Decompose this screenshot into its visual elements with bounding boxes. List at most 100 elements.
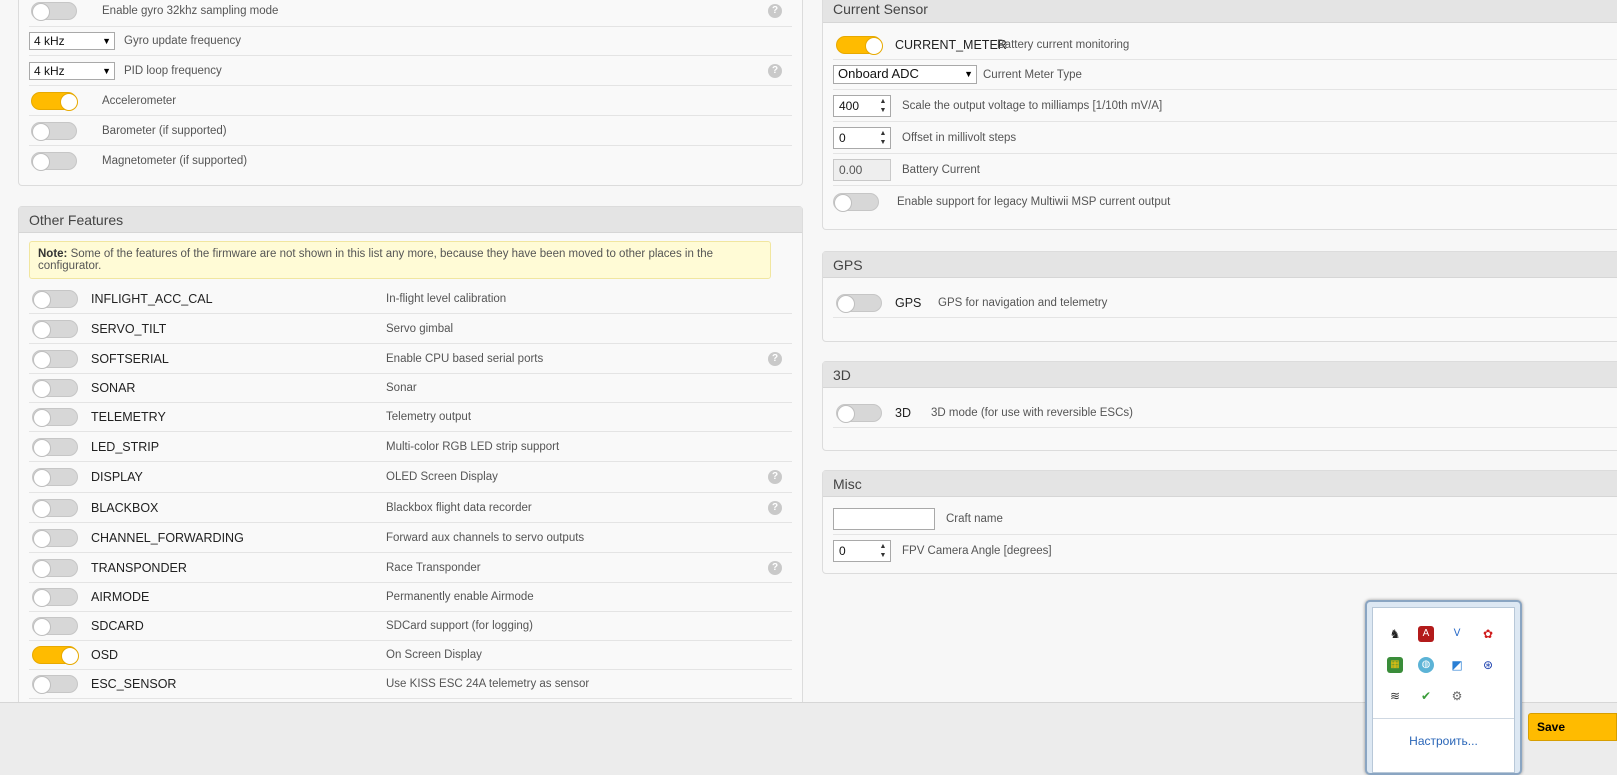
- features-note: Note: Some of the features of the firmwa…: [29, 241, 771, 279]
- feature-toggle[interactable]: [32, 437, 78, 457]
- gyro-update-label: Gyro update frequency: [124, 35, 241, 47]
- feature-row: AIRMODE Permanently enable Airmode: [29, 583, 792, 612]
- help-icon[interactable]: ?: [768, 500, 782, 515]
- current-meter-toggle[interactable]: [836, 35, 883, 55]
- current-meter-desc: Battery current monitoring: [997, 38, 1130, 51]
- gps-desc: GPS for navigation and telemetry: [938, 296, 1108, 309]
- barometer-label: Barometer (if supported): [102, 124, 227, 137]
- help-icon[interactable]: ?: [768, 4, 782, 18]
- feature-toggle[interactable]: [32, 408, 78, 427]
- feature-name: SERVO_TILT: [91, 321, 167, 336]
- network-icon[interactable]: ⊛: [1480, 657, 1496, 673]
- gyro-update-select[interactable]: 4 kHz ▼: [29, 32, 115, 50]
- feature-name: SDCARD: [91, 619, 144, 633]
- note-label: Note:: [38, 248, 68, 260]
- feature-description: Forward aux channels to servo outputs: [386, 531, 585, 544]
- current-sensor-panel: Current Sensor CURRENT_METER Battery cur…: [822, 0, 1617, 230]
- feature-row: SDCARD SDCard support (for logging): [29, 612, 792, 641]
- feature-toggle[interactable]: [32, 498, 78, 518]
- scale-row: 400 ▲ ▼ Scale the output voltage to millia…: [833, 90, 1617, 122]
- feature-name: TELEMETRY: [91, 410, 166, 424]
- feature-name: AIRMODE: [91, 590, 150, 604]
- ghost-icon[interactable]: ♞: [1387, 626, 1403, 642]
- accelerometer-toggle[interactable]: [31, 91, 78, 111]
- help-icon[interactable]: ?: [768, 560, 782, 575]
- meter-type-select[interactable]: Onboard ADC ▼: [833, 65, 977, 84]
- legacy-msp-label: Enable support for legacy Multiwii MSP c…: [897, 196, 1171, 208]
- feature-toggle[interactable]: [32, 319, 78, 339]
- help-icon[interactable]: ?: [768, 470, 782, 484]
- feature-name: ESC_SENSOR: [91, 677, 177, 691]
- pdf-reader-icon[interactable]: A: [1418, 626, 1434, 642]
- save-button[interactable]: Save: [1528, 713, 1617, 741]
- offset-input[interactable]: 0 ▲ ▼: [833, 126, 891, 149]
- globe-icon[interactable]: ◍: [1418, 657, 1434, 673]
- barometer-toggle[interactable]: [31, 121, 77, 141]
- 3d-title: 3D: [823, 362, 1617, 388]
- feature-toggle[interactable]: [32, 349, 78, 369]
- archive-icon[interactable]: ▦: [1387, 657, 1403, 673]
- feature-toggle[interactable]: [32, 617, 78, 636]
- meter-type-label: Current Meter Type: [983, 68, 1082, 81]
- help-icon[interactable]: ?: [768, 351, 782, 366]
- gps-toggle[interactable]: [836, 293, 882, 313]
- feature-toggle[interactable]: [32, 379, 78, 398]
- fpv-angle-row: 0 ▲ ▼ FPV Camera Angle [degrees]: [833, 535, 1617, 567]
- feature-toggle[interactable]: [32, 468, 78, 487]
- gps-panel: GPS GPS GPS for navigation and telemetry: [822, 251, 1617, 342]
- craft-name-row: Craft name: [833, 503, 1617, 535]
- usb-safe-remove-icon[interactable]: ✔: [1418, 688, 1434, 704]
- tray-icon-area: ♞ A ᐯ ✿ ▦ ◍ ◩ ⊛ ≋ ✔ ⚙ Настроить...: [1372, 607, 1515, 773]
- spinner-arrows-icon[interactable]: ▲ ▼: [878, 97, 888, 115]
- feature-toggle[interactable]: [32, 558, 78, 578]
- feature-row: INFLIGHT_ACC_CAL In-flight level calibrat…: [29, 285, 792, 314]
- feature-toggle[interactable]: [32, 646, 79, 665]
- gyro-32khz-toggle[interactable]: [31, 2, 77, 21]
- gps-title: GPS: [823, 252, 1617, 278]
- feature-toggle[interactable]: [32, 528, 78, 548]
- paw-icon[interactable]: ✿: [1480, 626, 1496, 642]
- feature-toggle[interactable]: [32, 290, 78, 309]
- note-text: Some of the features of the firmware are…: [38, 248, 714, 272]
- gps-name: GPS: [895, 295, 922, 310]
- feature-name: INFLIGHT_ACC_CAL: [91, 292, 213, 306]
- vk-icon[interactable]: ᐯ: [1449, 626, 1465, 642]
- tray-customize-link[interactable]: Настроить...: [1373, 734, 1514, 748]
- feature-row: LED_STRIP Multi-color RGB LED strip suppo…: [29, 432, 792, 462]
- magnetometer-toggle[interactable]: [31, 152, 77, 171]
- battery-current-value: 0.00: [833, 158, 891, 181]
- feature-toggle[interactable]: [32, 675, 78, 694]
- misc-panel: Misc Craft name 0 ▲ ▼ FPV Camera Angle [de…: [822, 470, 1617, 574]
- 3d-row: 3D 3D mode (for use with reversible ESCs…: [833, 398, 1617, 428]
- legacy-msp-toggle[interactable]: [833, 193, 879, 212]
- feature-row: TELEMETRY Telemetry output: [29, 403, 792, 432]
- feature-description: Multi-color RGB LED strip support: [386, 440, 560, 453]
- 3d-name: 3D: [895, 405, 911, 420]
- chevron-down-icon: ▼: [964, 69, 973, 79]
- fpv-angle-label: FPV Camera Angle [degrees]: [902, 545, 1052, 557]
- feature-row: SONAR Sonar: [29, 374, 792, 403]
- feature-description: Use KISS ESC 24A telemetry as sensor: [386, 678, 590, 690]
- screenshot-icon[interactable]: ◩: [1449, 657, 1465, 673]
- spinner-arrows-icon[interactable]: ▲ ▼: [878, 129, 888, 147]
- 3d-toggle[interactable]: [836, 403, 882, 423]
- feature-description: Telemetry output: [386, 411, 472, 423]
- battery-current-label: Battery Current: [902, 163, 980, 176]
- gyro-32khz-label: Enable gyro 32khz sampling mode: [102, 5, 279, 17]
- accelerometer-row: Accelerometer: [29, 86, 792, 116]
- help-icon[interactable]: ?: [768, 63, 782, 78]
- fpv-angle-input[interactable]: 0 ▲ ▼: [833, 540, 891, 562]
- legacy-msp-row: Enable support for legacy Multiwii MSP c…: [833, 186, 1617, 218]
- feature-description: Permanently enable Airmode: [386, 591, 534, 603]
- misc-title: Misc: [823, 471, 1617, 497]
- craft-name-input[interactable]: [833, 507, 935, 530]
- feature-toggle[interactable]: [32, 588, 78, 607]
- gear-cluster-icon[interactable]: ⚙: [1449, 688, 1465, 704]
- spinner-arrows-icon[interactable]: ▲ ▼: [878, 542, 888, 560]
- feature-name: CHANNEL_FORWARDING: [91, 530, 244, 545]
- pid-loop-select[interactable]: 4 kHz ▼: [29, 61, 115, 80]
- pid-loop-label: PID loop frequency: [124, 64, 222, 77]
- wifi-off-icon[interactable]: ≋: [1387, 688, 1403, 704]
- scale-input[interactable]: 400 ▲ ▼: [833, 94, 891, 117]
- gps-row: GPS GPS for navigation and telemetry: [833, 288, 1617, 318]
